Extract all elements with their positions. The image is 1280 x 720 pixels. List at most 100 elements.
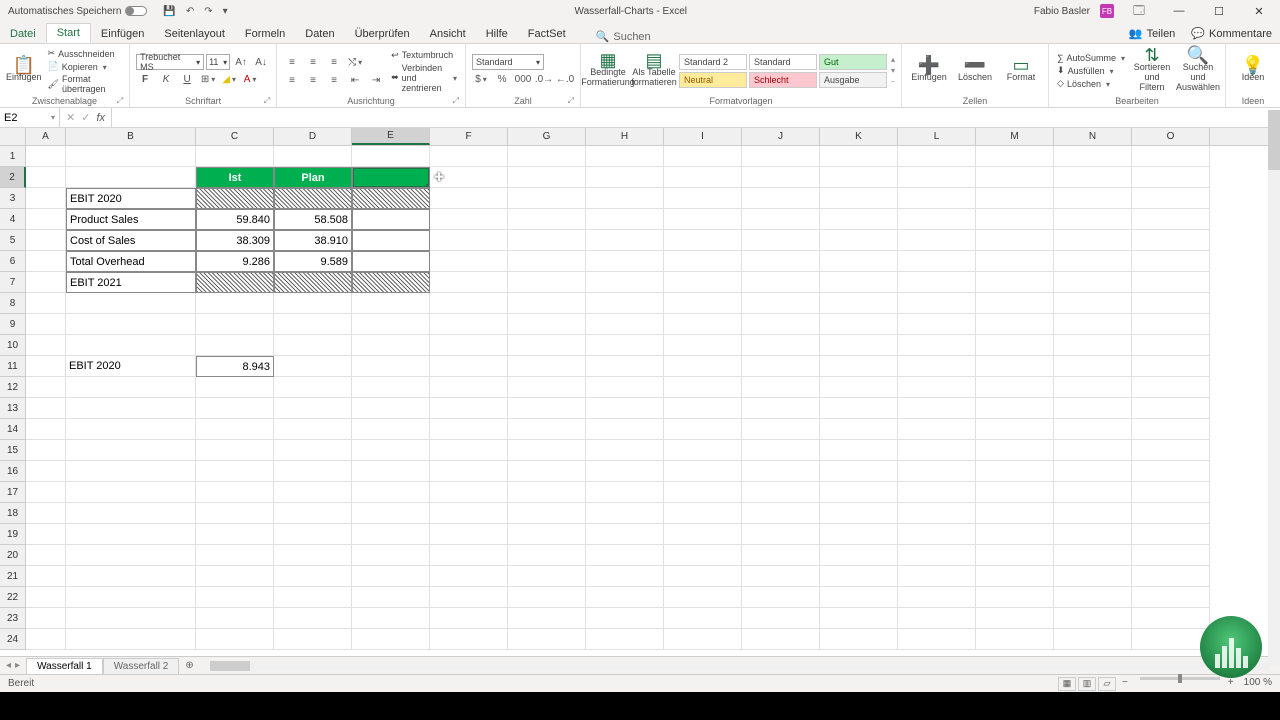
- cell-O23[interactable]: [1132, 608, 1210, 629]
- row-header[interactable]: 20: [0, 545, 26, 566]
- cell-O5[interactable]: [1132, 230, 1210, 251]
- cell-G1[interactable]: [508, 146, 586, 167]
- cell-K17[interactable]: [820, 482, 898, 503]
- cell-J10[interactable]: [742, 335, 820, 356]
- cell-F19[interactable]: [430, 524, 508, 545]
- ribbon-options-icon[interactable]: 🗔: [1124, 0, 1154, 22]
- name-box[interactable]: E2▾: [0, 108, 60, 127]
- cell-J2[interactable]: [742, 167, 820, 188]
- cell-A3[interactable]: [26, 188, 66, 209]
- cell-N13[interactable]: [1054, 398, 1132, 419]
- account-name[interactable]: Fabio Basler: [1034, 6, 1090, 17]
- cell-A17[interactable]: [26, 482, 66, 503]
- cell-N18[interactable]: [1054, 503, 1132, 524]
- cell-C2[interactable]: Ist: [196, 167, 274, 188]
- cell-J17[interactable]: [742, 482, 820, 503]
- zoom-out-icon[interactable]: −: [1122, 677, 1128, 691]
- view-page-layout-icon[interactable]: ▥: [1078, 677, 1096, 691]
- autosum-button[interactable]: ∑AutoSumme: [1055, 52, 1127, 64]
- cell-G23[interactable]: [508, 608, 586, 629]
- cell-C11[interactable]: 8.943: [196, 356, 274, 377]
- cell-E22[interactable]: [352, 587, 430, 608]
- cell-H1[interactable]: [586, 146, 664, 167]
- indent-increase-icon[interactable]: ⇥: [367, 72, 385, 88]
- cell-J14[interactable]: [742, 419, 820, 440]
- cell-J19[interactable]: [742, 524, 820, 545]
- cell-style-standard[interactable]: Standard: [749, 54, 817, 70]
- cell-D8[interactable]: [274, 293, 352, 314]
- cell-B18[interactable]: [66, 503, 196, 524]
- cell-K22[interactable]: [820, 587, 898, 608]
- cell-D1[interactable]: [274, 146, 352, 167]
- comments-button[interactable]: 💬Kommentare: [1183, 24, 1280, 43]
- cell-B2[interactable]: [66, 167, 196, 188]
- select-all-corner[interactable]: [0, 128, 26, 145]
- cell-E10[interactable]: [352, 335, 430, 356]
- cell-J3[interactable]: [742, 188, 820, 209]
- cell-H14[interactable]: [586, 419, 664, 440]
- cell-D21[interactable]: [274, 566, 352, 587]
- cut-button[interactable]: ✂Ausschneiden: [46, 47, 124, 60]
- cell-N4[interactable]: [1054, 209, 1132, 230]
- conditional-formatting-button[interactable]: ▦Bedingte Formatierung: [587, 47, 629, 95]
- cell-G8[interactable]: [508, 293, 586, 314]
- cell-A20[interactable]: [26, 545, 66, 566]
- column-header-E[interactable]: E: [352, 128, 430, 145]
- cell-M2[interactable]: [976, 167, 1054, 188]
- cell-C15[interactable]: [196, 440, 274, 461]
- cell-O9[interactable]: [1132, 314, 1210, 335]
- cell-K6[interactable]: [820, 251, 898, 272]
- cell-O16[interactable]: [1132, 461, 1210, 482]
- cell-I2[interactable]: [664, 167, 742, 188]
- cell-B3[interactable]: EBIT 2020: [66, 188, 196, 209]
- cell-A5[interactable]: [26, 230, 66, 251]
- close-icon[interactable]: ✕: [1244, 0, 1274, 22]
- row-header[interactable]: 1: [0, 146, 26, 167]
- tab-factset[interactable]: FactSet: [518, 25, 576, 43]
- cell-G13[interactable]: [508, 398, 586, 419]
- cell-M6[interactable]: [976, 251, 1054, 272]
- underline-button[interactable]: U: [178, 71, 196, 87]
- row-header[interactable]: 14: [0, 419, 26, 440]
- cell-L15[interactable]: [898, 440, 976, 461]
- cell-B16[interactable]: [66, 461, 196, 482]
- cell-E20[interactable]: [352, 545, 430, 566]
- cell-M1[interactable]: [976, 146, 1054, 167]
- row-header[interactable]: 2: [0, 167, 26, 188]
- cell-L5[interactable]: [898, 230, 976, 251]
- cell-L8[interactable]: [898, 293, 976, 314]
- cell-K16[interactable]: [820, 461, 898, 482]
- zoom-level[interactable]: 100 %: [1244, 677, 1272, 691]
- cell-O11[interactable]: [1132, 356, 1210, 377]
- row-header[interactable]: 19: [0, 524, 26, 545]
- cell-J18[interactable]: [742, 503, 820, 524]
- column-header-K[interactable]: K: [820, 128, 898, 145]
- increase-decimal-icon[interactable]: .0→: [535, 71, 553, 87]
- cell-F3[interactable]: [430, 188, 508, 209]
- cell-C14[interactable]: [196, 419, 274, 440]
- view-normal-icon[interactable]: ▦: [1058, 677, 1076, 691]
- cell-F9[interactable]: [430, 314, 508, 335]
- maximize-icon[interactable]: ☐: [1204, 0, 1234, 22]
- cell-B23[interactable]: [66, 608, 196, 629]
- align-middle-icon[interactable]: ≡: [304, 54, 322, 70]
- cell-C17[interactable]: [196, 482, 274, 503]
- cell-F24[interactable]: [430, 629, 508, 650]
- cell-I1[interactable]: [664, 146, 742, 167]
- cell-J24[interactable]: [742, 629, 820, 650]
- cell-C8[interactable]: [196, 293, 274, 314]
- cell-F21[interactable]: [430, 566, 508, 587]
- cell-C22[interactable]: [196, 587, 274, 608]
- styles-down-icon[interactable]: ▾: [891, 66, 895, 75]
- cell-M20[interactable]: [976, 545, 1054, 566]
- cell-J9[interactable]: [742, 314, 820, 335]
- cell-I12[interactable]: [664, 377, 742, 398]
- insert-cells-button[interactable]: ➕Einfügen: [908, 47, 950, 95]
- cell-D11[interactable]: [274, 356, 352, 377]
- cell-G4[interactable]: [508, 209, 586, 230]
- cell-K7[interactable]: [820, 272, 898, 293]
- cell-I24[interactable]: [664, 629, 742, 650]
- cell-E6[interactable]: [352, 251, 430, 272]
- cell-M21[interactable]: [976, 566, 1054, 587]
- cell-A21[interactable]: [26, 566, 66, 587]
